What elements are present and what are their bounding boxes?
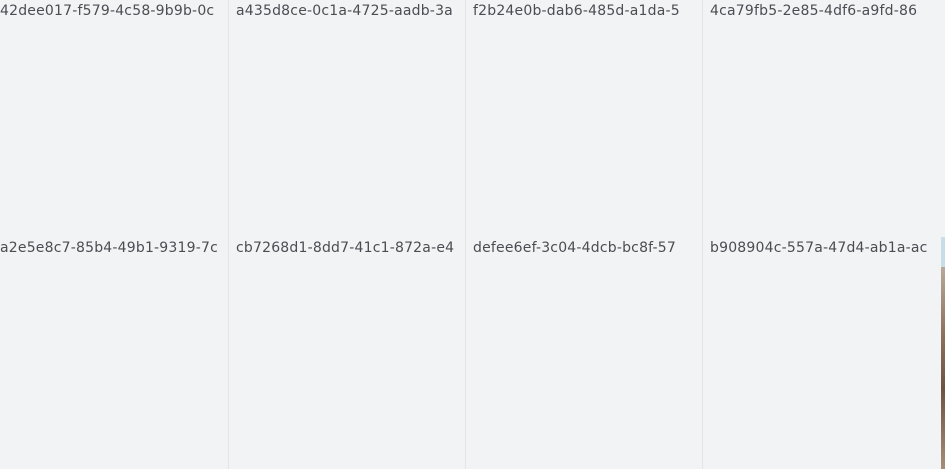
gallery-tile[interactable]: a435d8ce-0c1a-4725-aadb-3a	[231, 0, 463, 234]
gallery-tile[interactable]: b908904c-557a-47d4-ab1a-ac	[705, 237, 945, 469]
image-gallery-grid: 42dee017-f579-4c58-9b9b-0c a435d8ce-0c1a…	[0, 0, 945, 469]
gallery-tile[interactable]: cb7268d1-8dd7-41c1-872a-e4	[231, 237, 463, 469]
column-divider	[702, 0, 703, 469]
tile-filename: 42dee017-f579-4c58-9b9b-0c	[0, 3, 215, 19]
tile-filename: defee6ef-3c04-4dcb-bc8f-57	[473, 240, 677, 256]
column-divider	[228, 0, 229, 469]
gallery-tile[interactable]: 4ca79fb5-2e85-4df6-a9fd-86	[705, 0, 945, 234]
gallery-tile[interactable]: a2e5e8c7-85b4-49b1-9319-7c	[0, 237, 226, 469]
tile-filename: cb7268d1-8dd7-41c1-872a-e4	[236, 240, 455, 256]
column-divider	[465, 0, 466, 469]
gallery-tile[interactable]: 42dee017-f579-4c58-9b9b-0c	[0, 0, 226, 234]
tile-filename: a2e5e8c7-85b4-49b1-9319-7c	[0, 240, 218, 256]
tile-filename: 4ca79fb5-2e85-4df6-a9fd-86	[710, 3, 918, 19]
tile-filename: b908904c-557a-47d4-ab1a-ac	[710, 240, 928, 256]
offscreen-image-thumbnail[interactable]	[941, 237, 945, 469]
gallery-tile[interactable]: f2b24e0b-dab6-485d-a1da-5	[468, 0, 700, 234]
gallery-tile[interactable]: defee6ef-3c04-4dcb-bc8f-57	[468, 237, 700, 469]
tile-filename: a435d8ce-0c1a-4725-aadb-3a	[236, 3, 453, 19]
tile-filename: f2b24e0b-dab6-485d-a1da-5	[473, 3, 680, 19]
